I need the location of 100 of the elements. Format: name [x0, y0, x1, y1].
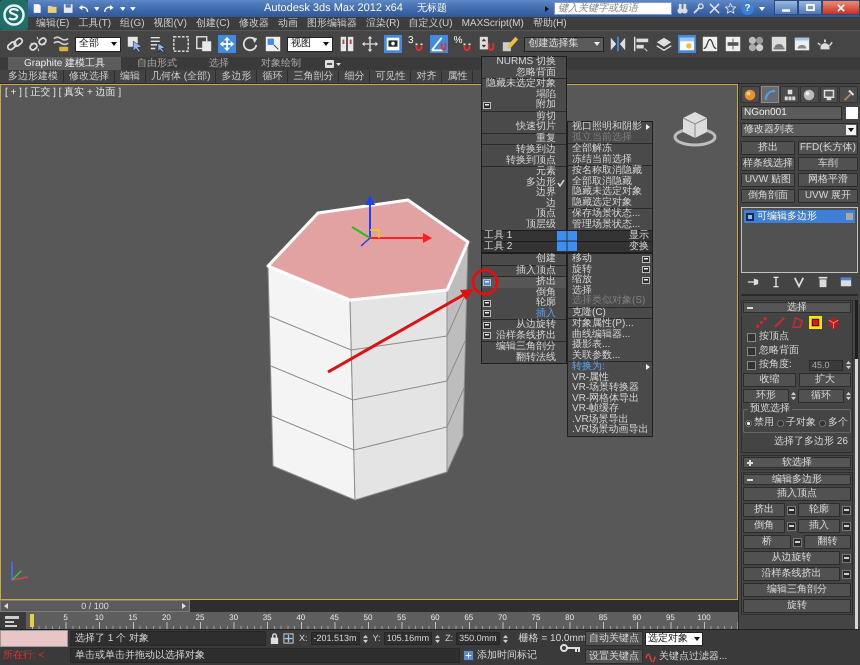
menu-item[interactable]: 边: [482, 198, 566, 209]
ribbon-panel-button[interactable]: 循环: [257, 70, 288, 83]
framed-square-icon[interactable]: [384, 35, 402, 53]
help-button[interactable]: ?: [741, 2, 754, 15]
menu-item[interactable]: 塌陷: [482, 90, 566, 100]
time-slider-track[interactable]: 0 / 100: [0, 600, 738, 612]
ribbon-tab[interactable]: 对象绘制: [245, 57, 318, 70]
menu-item[interactable]: 沿样条线挤出: [482, 330, 566, 341]
script-listener-field[interactable]: [0, 630, 68, 647]
command-button[interactable]: 从边旋转: [743, 551, 840, 565]
schematic-icon[interactable]: [724, 35, 742, 53]
command-button[interactable]: 插入顶点: [743, 487, 851, 501]
polygon-square-icon[interactable]: [808, 316, 822, 328]
menu-item[interactable]: 选择: [568, 286, 652, 296]
radio-button[interactable]: [777, 420, 784, 426]
snap-toggle-button[interactable]: %: [452, 35, 474, 53]
scale-square-icon[interactable]: [264, 35, 282, 53]
modifier-button[interactable]: UVW 展开: [798, 189, 858, 203]
menu-item[interactable]: 顶层级: [482, 220, 566, 230]
time-tag-icon[interactable]: [463, 650, 474, 661]
ribbon-panel-button[interactable]: 属性: [442, 70, 474, 83]
selection-button[interactable]: 收缩: [743, 373, 796, 387]
time-tag-button[interactable]: 添加时间标记: [477, 650, 537, 662]
toggle-box-icon[interactable]: [746, 212, 754, 220]
menu-item[interactable]: 元素: [482, 167, 566, 178]
menu-item[interactable]: 剪切: [482, 112, 566, 122]
move-gizmo[interactable]: [351, 195, 432, 247]
spinner-icon[interactable]: [846, 391, 851, 401]
checkbox[interactable]: [747, 346, 756, 356]
menu-item[interactable]: 图形编辑器: [306, 17, 357, 30]
menu-item[interactable]: 转换到边: [482, 145, 566, 156]
menu-item[interactable]: 倒角: [482, 288, 566, 298]
align-icon[interactable]: [632, 35, 650, 53]
menu-item[interactable]: 隐藏未选定对象: [568, 187, 652, 198]
option-box-icon[interactable]: [842, 570, 851, 578]
option-box-icon[interactable]: [483, 102, 491, 109]
menu-item[interactable]: 摄影表...: [568, 340, 652, 350]
triangle-icon[interactable]: [545, 6, 549, 12]
option-box-icon[interactable]: [483, 310, 491, 318]
track-bar-ruler[interactable]: 5 10 15 20 25 30 35 40 45 50 55 60 65 70 75 80 85 90 95 100: [26, 612, 738, 629]
menu-item[interactable]: 快速切片: [482, 122, 566, 132]
menu-item[interactable]: VR-帧缓存: [568, 404, 652, 414]
spinner-icon[interactable]: [791, 391, 796, 401]
command-button[interactable]: 插入: [798, 519, 840, 533]
folder-icon[interactable]: [47, 3, 58, 14]
overlapping-squares-icon[interactable]: [195, 35, 213, 53]
crosshair-box-icon[interactable]: [283, 633, 294, 644]
menu-item[interactable]: 缩放: [568, 275, 652, 286]
key-mode-dropdown[interactable]: 选定对象: [645, 632, 703, 646]
menu-item[interactable]: 忽略背面: [482, 68, 566, 78]
menu-item[interactable]: NURMS 切换: [482, 57, 566, 68]
menu-item[interactable]: 创建: [482, 254, 566, 264]
command-button[interactable]: 倒角: [743, 519, 785, 533]
option-box-icon[interactable]: [642, 276, 650, 284]
curve-graph-icon[interactable]: [701, 35, 720, 53]
wave-icon[interactable]: [52, 35, 70, 53]
spheres-icon[interactable]: [747, 35, 766, 53]
maximize-button[interactable]: [798, 0, 822, 15]
menu-item[interactable]: 编辑(E): [36, 17, 70, 30]
menu-item[interactable]: 关联参数...: [568, 350, 652, 361]
modifier-button[interactable]: 网格平滑: [798, 173, 858, 187]
modifier-button[interactable]: UVW 贴图: [741, 173, 795, 187]
binoculars-icon[interactable]: [677, 3, 688, 14]
menu-item[interactable]: 渲染(R): [366, 17, 400, 30]
menu-item[interactable]: 插入顶点: [482, 266, 566, 276]
menu-item[interactable]: 组(G): [120, 17, 145, 30]
selection-button[interactable]: 扩大: [798, 373, 851, 387]
key-icon[interactable]: [560, 642, 581, 652]
menu-item[interactable]: MAXScript(M): [462, 17, 524, 30]
menu-item[interactable]: 全部取消隐藏: [568, 176, 652, 187]
rollout-header[interactable]: 选择: [743, 302, 851, 313]
ribbon-panel-button[interactable]: 细分: [339, 70, 370, 83]
modifier-list-dropdown[interactable]: 修改器列表: [741, 123, 858, 137]
menu-item[interactable]: 保存场景状态...: [568, 209, 652, 220]
ribbon-panel-button[interactable]: 多边形: [216, 70, 258, 83]
ribbon-panel-button[interactable]: 编辑: [115, 70, 146, 83]
option-box-icon[interactable]: [842, 522, 851, 530]
menu-item[interactable]: 自定义(U): [408, 17, 453, 30]
layers-icon[interactable]: [655, 35, 674, 53]
coordinate-field[interactable]: 105.16mm: [384, 632, 432, 645]
panel-tab[interactable]: [780, 86, 800, 103]
option-box-icon[interactable]: [483, 278, 491, 286]
panel-tab[interactable]: [741, 86, 760, 103]
menu-item[interactable]: 修改器: [238, 17, 269, 30]
menu-item[interactable]: VR-场景转换器: [568, 383, 652, 394]
checkbox[interactable]: [747, 360, 756, 370]
current-frame-marker[interactable]: [30, 614, 34, 627]
mirror-icon[interactable]: [609, 35, 628, 53]
command-button[interactable]: 挤出: [743, 503, 785, 517]
view-cube-icon[interactable]: [674, 112, 716, 146]
menu-item[interactable]: 多边形: [482, 178, 566, 188]
modifier-button[interactable]: 样条线选择: [741, 157, 795, 171]
angle-field[interactable]: 45.0: [809, 360, 843, 370]
coordinate-field[interactable]: 350.0mm: [456, 632, 500, 645]
scroll-thumb[interactable]: [855, 359, 858, 629]
dropdown[interactable]: 视图: [287, 36, 333, 52]
radio-button[interactable]: [745, 420, 752, 426]
broken-chain-icon[interactable]: [29, 35, 47, 53]
pencil-icon[interactable]: [501, 35, 520, 53]
menu-item[interactable]: 创建(C): [196, 17, 230, 30]
